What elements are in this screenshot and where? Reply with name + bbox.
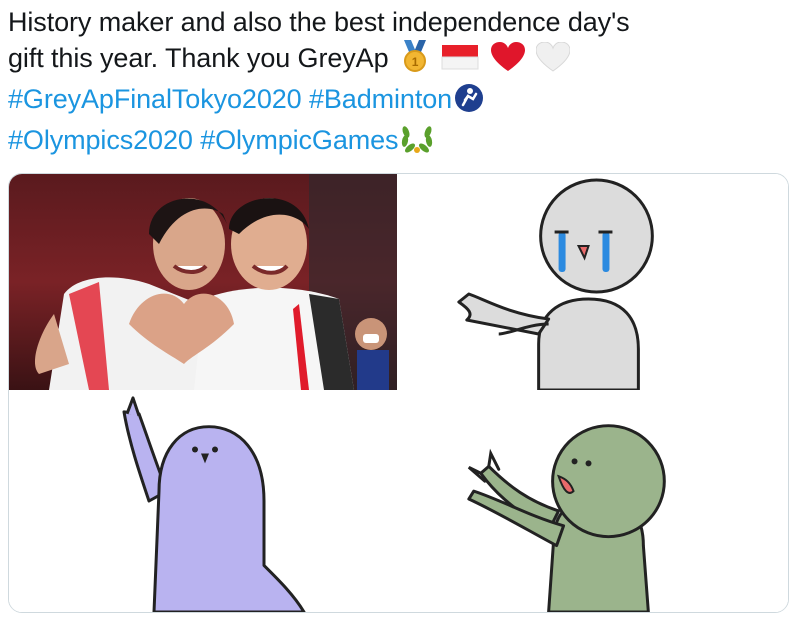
tweet-line-3: #GreyApFinalTokyo2020 #Badminton xyxy=(8,81,792,122)
tweet-line-4: #Olympics2020 #OlympicGames xyxy=(8,122,792,163)
tweet-line-1: History maker and also the best independ… xyxy=(8,4,792,40)
media-grid xyxy=(8,173,789,613)
tweet-text: History maker and also the best independ… xyxy=(8,4,792,163)
white-heart-icon xyxy=(535,41,571,81)
laurel-wreath-icon xyxy=(400,122,434,163)
badminton-icon xyxy=(454,83,484,122)
sticker-green-character-reaching[interactable] xyxy=(399,392,788,612)
hashtag-olympicgames[interactable]: #OlympicGames xyxy=(200,125,398,155)
sticker-crying-grey-character[interactable] xyxy=(399,174,788,390)
svg-text:1: 1 xyxy=(412,55,419,69)
hashtag-badminton[interactable]: #Badminton xyxy=(309,84,452,114)
tweet-line-2: gift this year. Thank you GreyAp 1 xyxy=(8,40,792,81)
photo-players-heart-hands[interactable] xyxy=(9,174,397,390)
tweet-text-line2: gift this year. Thank you GreyAp xyxy=(8,43,389,73)
gold-medal-icon: 1 xyxy=(400,40,430,81)
sticker-purple-character-pointing-up[interactable] xyxy=(9,392,397,612)
hashtag-greyapfinaltokyo2020[interactable]: #GreyApFinalTokyo2020 xyxy=(8,84,302,114)
hashtag-olympics2020[interactable]: #Olympics2020 xyxy=(8,125,193,155)
tweet-text-line1: History maker and also the best independ… xyxy=(8,7,630,37)
indonesia-flag-icon xyxy=(441,42,479,81)
red-heart-icon xyxy=(490,42,525,81)
